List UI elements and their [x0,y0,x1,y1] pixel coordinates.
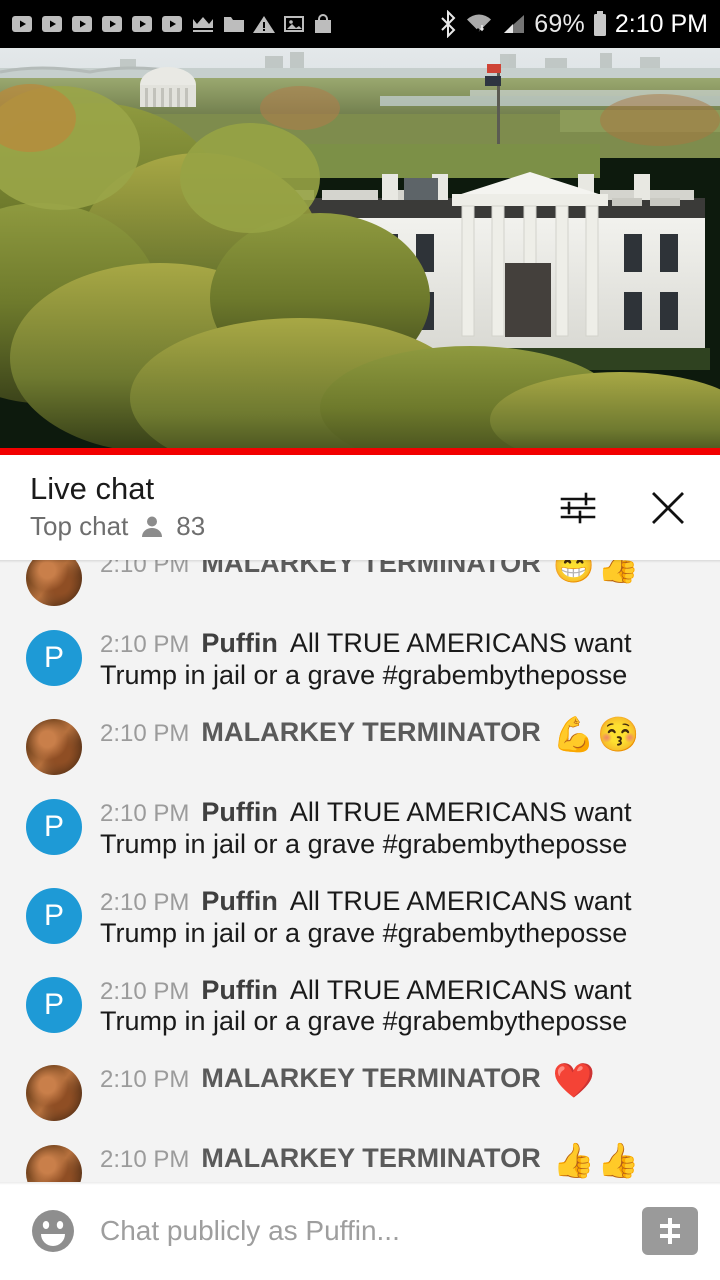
status-bar-system-icons: 69% 2:10 PM [439,10,708,39]
jefferson-memorial [140,67,196,107]
message-timestamp: 2:10 PM [100,560,190,578]
avatar[interactable] [26,1145,82,1182]
message-author[interactable]: Puffin [201,886,277,916]
chat-message-row[interactable]: P 2:10 PM Puffin All TRUE AMERICANS want T… [0,785,720,874]
chat-message-row[interactable]: 2:10 PM MALARKEY TERMINATOR 😁👍 [0,560,720,616]
crown-icon [190,13,216,35]
live-chat-actions [554,484,698,532]
live-chat-header: Live chat Top chat 83 [0,455,720,560]
warning-triangle-icon [252,13,276,35]
chat-message-body: 2:10 PM Puffin All TRUE AMERICANS want Tru… [100,626,696,695]
avatar[interactable] [26,718,82,775]
youtube-live-chat-screen: 69% 2:10 PM Live chat Top chat 83 2:10 P… [0,0,720,1280]
person-icon [140,514,164,540]
youtube-play-icon [130,12,154,36]
chat-message-body: 2:10 PM Puffin All TRUE AMERICANS want Tru… [100,795,696,864]
message-emoji: 👍👍 [552,1142,642,1181]
message-timestamp: 2:10 PM [100,799,190,827]
avatar-letter: P [43,641,64,674]
chat-message-row[interactable]: 2:10 PM MALARKEY TERMINATOR ❤️ [0,1051,720,1131]
youtube-play-icon [160,12,184,36]
chat-mode-label: Top chat [30,511,129,542]
youtube-play-icon [40,12,64,36]
message-author[interactable]: MALARKEY TERMINATOR [201,1063,540,1093]
viewer-count: 83 [176,511,206,542]
bluetooth-icon [439,10,457,38]
battery-percent-label: 69% [534,9,585,38]
close-icon[interactable] [644,484,692,532]
avatar[interactable]: P [26,976,82,1033]
chat-message-row[interactable]: P 2:10 PM Puffin All TRUE AMERICANS want T… [0,874,720,963]
chat-message-row[interactable]: P 2:10 PM Puffin All TRUE AMERICANS want T… [0,963,720,1052]
cell-signal-icon [501,12,527,36]
message-timestamp: 2:10 PM [100,977,190,1005]
chat-input-bar [0,1182,720,1280]
status-bar-clock: 2:10 PM [614,9,708,38]
avatar[interactable] [26,1065,82,1122]
avatar-letter: P [43,987,64,1021]
page-title: Live chat [30,470,155,506]
message-emoji: ❤️ [552,1062,598,1101]
message-author[interactable]: Puffin [201,975,277,1005]
dollar-icon[interactable] [642,1207,698,1255]
emoji-smiley-icon[interactable] [26,1204,80,1258]
chat-input-field[interactable] [100,1215,622,1247]
shopping-bag-icon [312,13,334,35]
chat-message-body: 2:10 PM Puffin All TRUE AMERICANS want Tru… [100,884,696,953]
avatar[interactable] [26,560,82,606]
avatar-letter: P [43,898,64,932]
status-bar: 69% 2:10 PM [0,0,720,48]
chat-message-body: 2:10 PM MALARKEY TERMINATOR 💪😚 [100,715,696,752]
chat-mode-row[interactable]: Top chat 83 [30,511,205,542]
image-icon [282,13,306,35]
message-timestamp: 2:10 PM [100,631,190,658]
avatar[interactable]: P [26,887,82,944]
status-bar-notification-icons [10,12,334,36]
video-frame-white-house [0,48,720,455]
message-timestamp: 2:10 PM [100,719,190,747]
avatar[interactable]: P [26,798,82,855]
video-player[interactable] [0,48,720,455]
youtube-play-icon [10,12,34,36]
tune-sliders-icon[interactable] [554,484,602,532]
folder-icon [222,13,246,35]
message-author[interactable]: Puffin [201,628,277,658]
chat-message-body: 2:10 PM MALARKEY TERMINATOR 😁👍 [100,560,696,583]
youtube-play-icon [70,12,94,36]
chat-message-row[interactable]: P 2:10 PM Puffin All TRUE AMERICANS want T… [0,616,720,705]
message-emoji: 💪😚 [552,715,642,754]
live-chat-titles: Live chat Top chat 83 [30,470,205,543]
battery-icon [592,10,608,38]
chat-message-body: 2:10 PM MALARKEY TERMINATOR 👍👍 [100,1141,696,1178]
message-timestamp: 2:10 PM [100,1146,190,1174]
message-emoji: 😁👍 [552,560,642,585]
chat-message-row[interactable]: 2:10 PM MALARKEY TERMINATOR 💪😚 [0,705,720,785]
video-progress-bar[interactable] [0,448,720,455]
message-timestamp: 2:10 PM [100,888,190,916]
chat-message-row[interactable]: 2:10 PM MALARKEY TERMINATOR 👍👍 [0,1131,720,1182]
message-author[interactable]: MALARKEY TERMINATOR [201,717,540,747]
message-author[interactable]: MALARKEY TERMINATOR [201,1143,540,1173]
chat-message-body: 2:10 PM MALARKEY TERMINATOR ❤️ [100,1061,696,1098]
youtube-play-icon [100,12,124,36]
message-author[interactable]: Puffin [201,797,277,827]
message-timestamp: 2:10 PM [100,1066,190,1094]
live-chat-message-list[interactable]: 2:10 PM MALARKEY TERMINATOR 😁👍 P 2:10 PM Pu… [0,560,720,1182]
chat-message-body: 2:10 PM Puffin All TRUE AMERICANS want Tru… [100,973,696,1042]
avatar-letter: P [43,809,64,843]
message-author[interactable]: MALARKEY TERMINATOR [201,560,540,578]
wifi-icon [464,11,494,37]
avatar[interactable]: P [26,630,82,686]
